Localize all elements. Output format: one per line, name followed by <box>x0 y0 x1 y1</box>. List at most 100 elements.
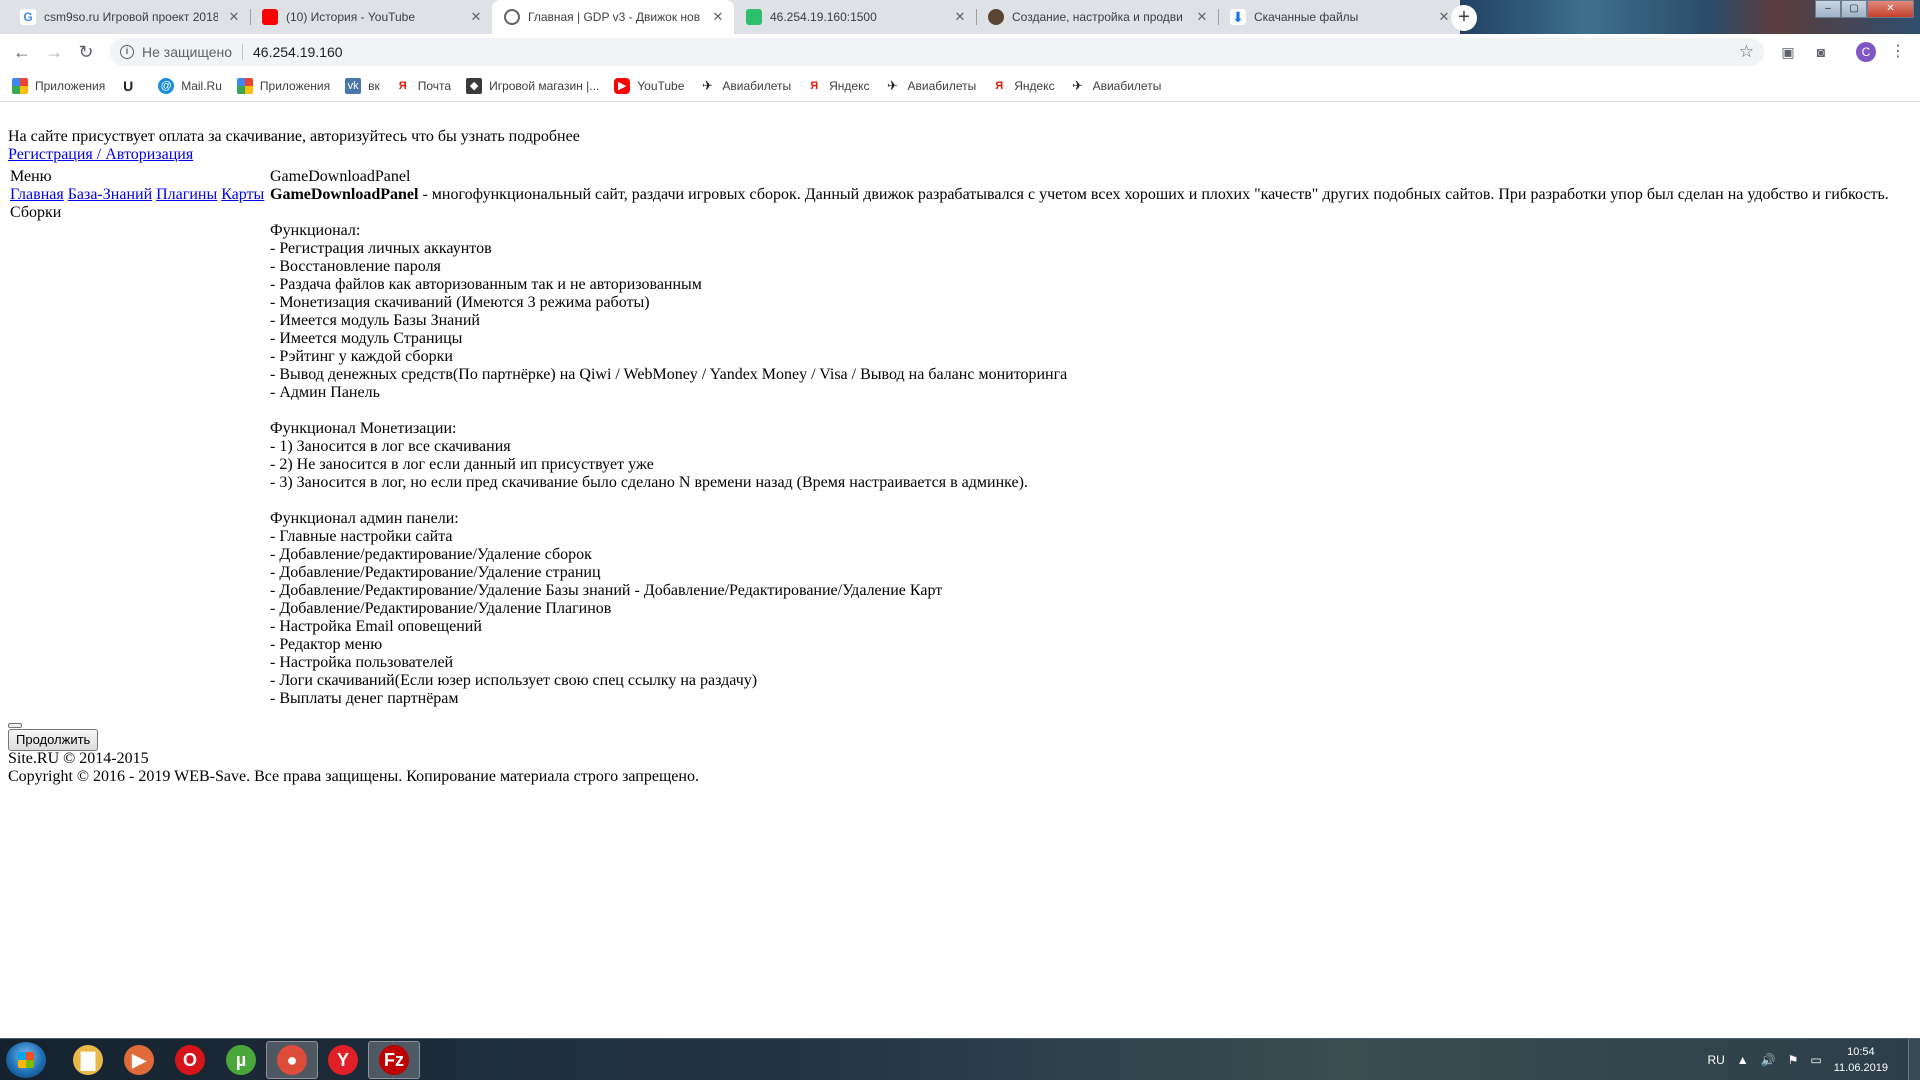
web-page: На сайте присуствует оплата за скачивани… <box>0 103 1920 1038</box>
ispmanager-icon <box>746 9 762 25</box>
forward-arrow-icon[interactable]: → <box>40 38 68 66</box>
folder-icon: ▇ <box>73 1045 103 1075</box>
bookmark-item[interactable]: ✈ Авиабилеты <box>885 77 977 94</box>
game-store-icon: ◆ <box>466 77 483 94</box>
extension-icon[interactable]: ◙ <box>1811 42 1831 62</box>
tab-3[interactable]: 46.254.19.160:1500 ✕ <box>734 0 976 34</box>
bookmark-item[interactable]: ◆ Игровой магазин |... <box>466 77 599 94</box>
tray-expand-icon[interactable]: ▲ <box>1737 1053 1749 1067</box>
volume-icon[interactable]: 🔊 <box>1761 1053 1776 1067</box>
feature-item: - Раздача файлов как авторизованным так … <box>270 276 702 293</box>
bookmark-item[interactable]: U <box>120 78 143 94</box>
continue-button[interactable]: Продолжить <box>8 729 99 751</box>
url-text[interactable]: 46.254.19.160 <box>253 44 343 60</box>
network-icon[interactable]: ⚑ <box>1788 1053 1799 1067</box>
feature-item: - Рэйтинг у каждой сборки <box>270 348 453 365</box>
intro-paragraph: GameDownloadPanel - многофункциональный … <box>270 186 1910 204</box>
windows-taskbar: ▇ ▶ Oµ ● Y Fz RU ▲ 🔊 ⚑ ▭ 10:54 11.06.2019 <box>0 1038 1920 1080</box>
bookmark-label: Авиабилеты <box>1092 78 1162 93</box>
plane-icon: ✈ <box>887 77 898 93</box>
monetization-title: Функционал Монетизации: <box>270 420 457 437</box>
menu-kebab-icon[interactable]: ⋮ <box>1888 42 1908 62</box>
bookmarks-bar: Приложения U @ Mail.Ru Приложения vk вк Я Почта ◆… <box>0 70 1920 102</box>
action-center-icon[interactable]: ▭ <box>1810 1053 1821 1067</box>
taskbar-app-yandex-browser[interactable]: Y <box>317 1041 369 1079</box>
bookmark-label: Почта <box>417 78 452 93</box>
admin-feature-item: - Главные настройки сайта <box>270 528 453 545</box>
feature-item: - Монетизация скачиваний (Имеются 3 режи… <box>270 294 650 311</box>
admin-feature-item: - Настройка Email оповещений <box>270 618 482 635</box>
tab-0[interactable]: Gcsm9so.ru Игровой проект 2018 ✕ <box>8 0 250 34</box>
utorrent-icon: µ <box>226 1045 256 1075</box>
media-player-icon: ▶ <box>124 1045 154 1075</box>
admin-title: Функционал админ панели: <box>270 510 459 527</box>
taskbar-app-explorer[interactable]: ▇ <box>62 1041 114 1079</box>
start-button[interactable] <box>6 1042 46 1078</box>
tab-separator <box>976 9 977 25</box>
bookmark-item[interactable]: vk вк <box>345 77 380 94</box>
maximize-button[interactable]: ▢ <box>1841 0 1867 18</box>
globe-icon <box>504 9 520 25</box>
small-empty-button[interactable] <box>8 723 22 728</box>
taskbar-app-chrome[interactable]: ● <box>266 1041 318 1079</box>
taskbar-app-media-player[interactable]: ▶ <box>113 1041 165 1079</box>
tab-close-icon[interactable]: ✕ <box>708 7 728 27</box>
bookmark-label: Авиабилеты <box>907 78 977 93</box>
back-arrow-icon[interactable]: ← <box>8 38 36 66</box>
admin-feature-item: - Настройка пользователей <box>270 654 454 671</box>
info-icon[interactable]: i <box>120 45 134 59</box>
feature-item: - Регистрация личных аккаунтов <box>270 240 492 257</box>
admin-feature-item: - Добавление/редактирование/Удаление сбо… <box>270 546 592 563</box>
tab-close-icon[interactable]: ✕ <box>950 7 970 27</box>
system-tray: RU ▲ 🔊 ⚑ ▭ 10:54 11.06.2019 <box>1707 1039 1920 1080</box>
filezilla-icon: Fz <box>379 1045 409 1075</box>
content-column: GameDownloadPanel GameDownloadPanel - мн… <box>270 168 1910 708</box>
security-label[interactable]: Не защищено <box>142 44 232 60</box>
menu-link-knowledge-base[interactable]: База-Знаний <box>68 186 152 203</box>
clock[interactable]: 10:54 11.06.2019 <box>1834 1044 1888 1076</box>
menu-link-maps[interactable]: Карты <box>221 186 264 203</box>
extension-camera-icon[interactable]: ▣ <box>1778 42 1798 62</box>
minimize-button[interactable]: – <box>1815 0 1841 18</box>
tab-title: csm9so.ru Игровой проект 2018 <box>44 10 218 24</box>
profile-avatar[interactable]: C <box>1856 42 1876 62</box>
tab-title: Скачанные файлы <box>1254 10 1359 24</box>
taskbar-app-opera[interactable]: O <box>164 1041 216 1079</box>
menu-link-home[interactable]: Главная <box>10 186 64 203</box>
taskbar-app-utorrent[interactable]: µ <box>215 1041 267 1079</box>
taskbar-app-filezilla[interactable]: Fz <box>368 1041 420 1079</box>
yandex-icon: Я <box>995 79 1004 92</box>
bookmark-item[interactable]: @ Mail.Ru <box>158 77 222 94</box>
features-title: Функционал: <box>270 222 361 239</box>
browser-toolbar: ← → ↻ i Не защищено 46.254.19.160 ☆ ▣ ◙ … <box>0 34 1920 70</box>
bookmark-item[interactable]: Я Яндекс <box>991 78 1054 94</box>
bookmark-item[interactable]: Приложения <box>12 77 105 94</box>
bookmark-item[interactable]: ▶ YouTube <box>614 77 684 94</box>
close-window-button[interactable]: ✕ <box>1867 0 1914 18</box>
tab-4[interactable]: Создание, настройка и продви ✕ <box>976 0 1218 34</box>
tab-close-icon[interactable]: ✕ <box>1192 7 1212 27</box>
tab-close-icon[interactable]: ✕ <box>224 7 244 27</box>
bookmark-item[interactable]: Я Яндекс <box>806 78 869 94</box>
bookmark-star-icon[interactable]: ☆ <box>1739 42 1754 62</box>
bookmark-item[interactable]: ✈ Авиабилеты <box>699 78 791 94</box>
register-login-link[interactable]: Регистрация / Авторизация <box>8 146 193 164</box>
tab-1[interactable]: (10) История - YouTube ✕ <box>250 0 492 34</box>
tab-close-icon[interactable]: ✕ <box>466 7 486 27</box>
language-indicator[interactable]: RU <box>1707 1053 1724 1067</box>
bookmark-item[interactable]: Приложения <box>236 77 330 94</box>
show-desktop-button[interactable] <box>1908 1039 1920 1080</box>
monetization-item: - 2) Не заносится в лог если данный ип п… <box>270 456 654 473</box>
tab-strip: Gcsm9so.ru Игровой проект 2018 ✕ (10) Исто… <box>0 0 1920 34</box>
address-bar[interactable]: i Не защищено 46.254.19.160 ☆ <box>110 38 1764 66</box>
new-tab-button[interactable]: + <box>1451 5 1477 31</box>
tab-5[interactable]: ⬇ Скачанные файлы ✕ <box>1218 0 1460 34</box>
menu-link-plugins[interactable]: Плагины <box>156 186 217 203</box>
bookmark-item[interactable]: ✈ Авиабилеты <box>1070 78 1162 94</box>
admin-feature-item: - Редактор меню <box>270 636 383 653</box>
bookmark-item[interactable]: Я Почта <box>395 78 451 94</box>
tab-2[interactable]: Главная | GDP v3 - Движок нов ✕ <box>492 0 734 34</box>
monetization-item: - 1) Заносится в лог все скачивания <box>270 438 511 455</box>
reload-icon[interactable]: ↻ <box>72 38 100 66</box>
